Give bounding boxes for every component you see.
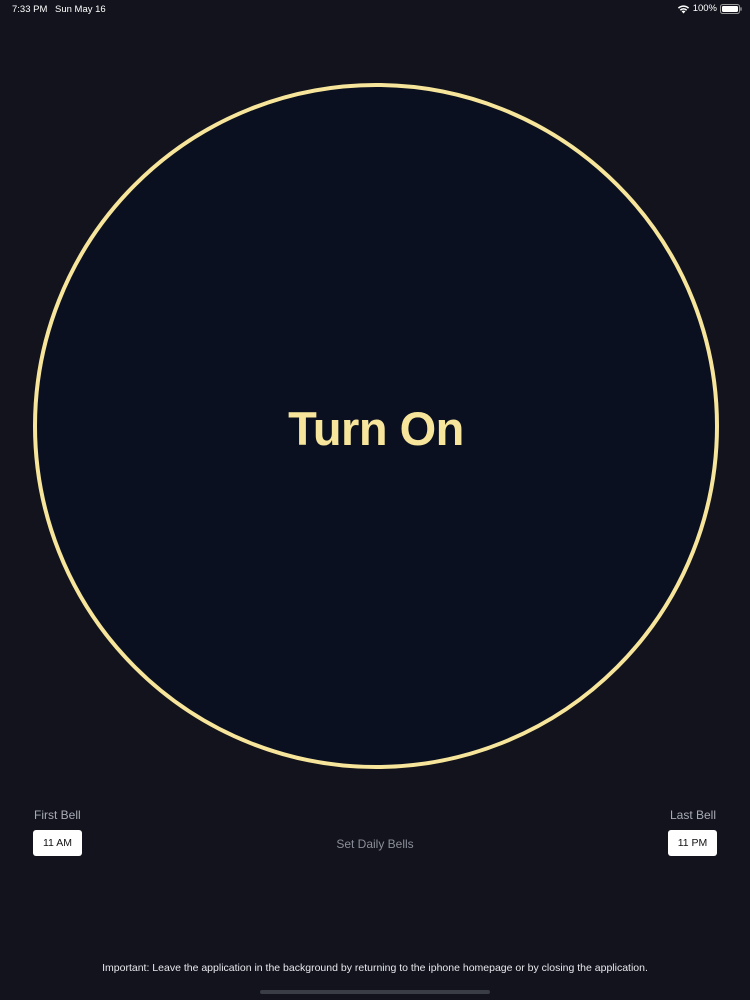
battery-percentage: 100% (692, 3, 717, 14)
status-indicators: 100% (677, 3, 742, 14)
status-date: Sun May 16 (55, 4, 106, 15)
last-bell-label: Last Bell (669, 808, 716, 822)
last-bell-time-picker[interactable]: 11 PM (668, 830, 717, 856)
turn-on-button[interactable]: Turn On (33, 83, 719, 769)
wifi-icon (677, 4, 689, 13)
home-indicator[interactable] (260, 990, 490, 994)
last-bell-time-value: 11 PM (677, 837, 708, 849)
first-bell-label: First Bell (34, 808, 81, 822)
battery-icon (720, 3, 742, 14)
turn-on-label: Turn On (288, 401, 464, 455)
status-bar: 7:33 PM Sun May 16 100% (0, 0, 750, 18)
status-time: 7:33 PM (12, 4, 48, 15)
app-screen: 7:33 PM Sun May 16 100% Turn On First Be… (0, 0, 750, 1000)
set-daily-bells-label: Set Daily Bells (336, 837, 414, 851)
important-note: Important: Leave the application in the … (102, 962, 648, 974)
